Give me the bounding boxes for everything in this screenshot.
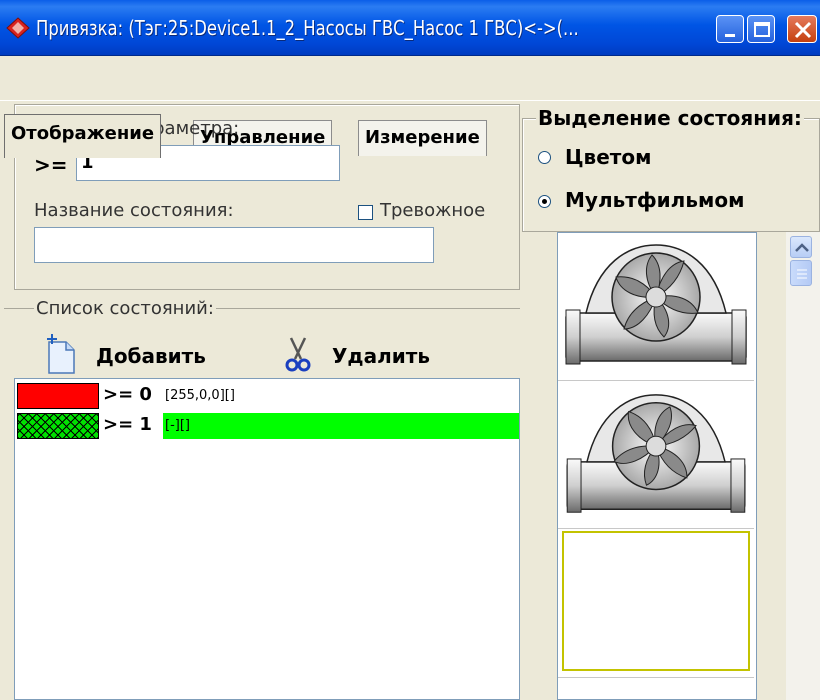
- radio-color-label[interactable]: Цветом: [565, 145, 651, 169]
- frame-cell-selected[interactable]: [562, 531, 750, 671]
- window-title: Привязка: (Тэг:25:Device1.1_2_Насосы ГВС…: [36, 16, 579, 40]
- frames-scrollbar[interactable]: [786, 232, 820, 700]
- new-document-icon: [47, 334, 75, 374]
- radio-animation[interactable]: [538, 195, 551, 208]
- state-name-input[interactable]: [34, 227, 434, 263]
- highlight-title: Выделение состояния:: [536, 106, 804, 130]
- maximize-button[interactable]: [747, 15, 775, 43]
- close-button[interactable]: [787, 15, 817, 43]
- state-condition: >= 1: [103, 414, 152, 435]
- grip-icon: [797, 269, 807, 279]
- chevron-up-icon: [795, 243, 809, 252]
- pump-fan-icon: [565, 244, 747, 365]
- states-title: Список состояний:: [34, 298, 216, 319]
- red-diamond-icon: [6, 17, 30, 39]
- add-label: Добавить: [96, 344, 206, 368]
- frame-cell[interactable]: [558, 383, 754, 529]
- add-button[interactable]: Добавить: [44, 334, 244, 374]
- pump-fan-icon: [566, 394, 746, 513]
- color-swatch: [17, 383, 99, 409]
- scissors-icon: [285, 337, 311, 372]
- tab-strip: Отображение Управление Измерение: [0, 56, 820, 158]
- delete-label: Удалить: [332, 344, 430, 368]
- row-highlight: [163, 413, 519, 439]
- minimize-button[interactable]: [716, 15, 744, 43]
- scroll-up-button[interactable]: [790, 236, 812, 258]
- state-row[interactable]: >= 1 [-][]: [17, 413, 519, 439]
- radio-color[interactable]: [538, 151, 551, 164]
- state-condition: >= 0: [103, 384, 152, 405]
- tab-display[interactable]: Отображение: [4, 114, 162, 158]
- alarm-checkbox[interactable]: [358, 205, 373, 220]
- state-value: [-][]: [165, 418, 190, 433]
- animation-frames-panel[interactable]: [557, 232, 757, 700]
- frame-cell[interactable]: [558, 233, 754, 381]
- hatched-swatch: [17, 413, 99, 439]
- states-list[interactable]: >= 0 [255,0,0][] >= 1 [-][]: [14, 378, 520, 700]
- alarm-label: Тревожное: [380, 200, 486, 221]
- delete-button[interactable]: Удалить: [282, 334, 442, 374]
- title-bar[interactable]: Привязка: (Тэг:25:Device1.1_2_Насосы ГВС…: [0, 0, 820, 56]
- frame-cell[interactable]: [558, 677, 754, 699]
- close-icon: [794, 21, 812, 39]
- maximize-icon: [754, 22, 770, 37]
- scroll-thumb[interactable]: [790, 260, 812, 286]
- state-row[interactable]: >= 0 [255,0,0][]: [17, 383, 517, 409]
- highlight-group: [522, 118, 820, 232]
- state-name-label: Название состояния:: [34, 200, 234, 221]
- tab-divider: [0, 100, 820, 101]
- state-value: [255,0,0][]: [165, 388, 235, 403]
- minimize-icon: [725, 34, 735, 37]
- radio-animation-label[interactable]: Мультфильмом: [565, 188, 744, 212]
